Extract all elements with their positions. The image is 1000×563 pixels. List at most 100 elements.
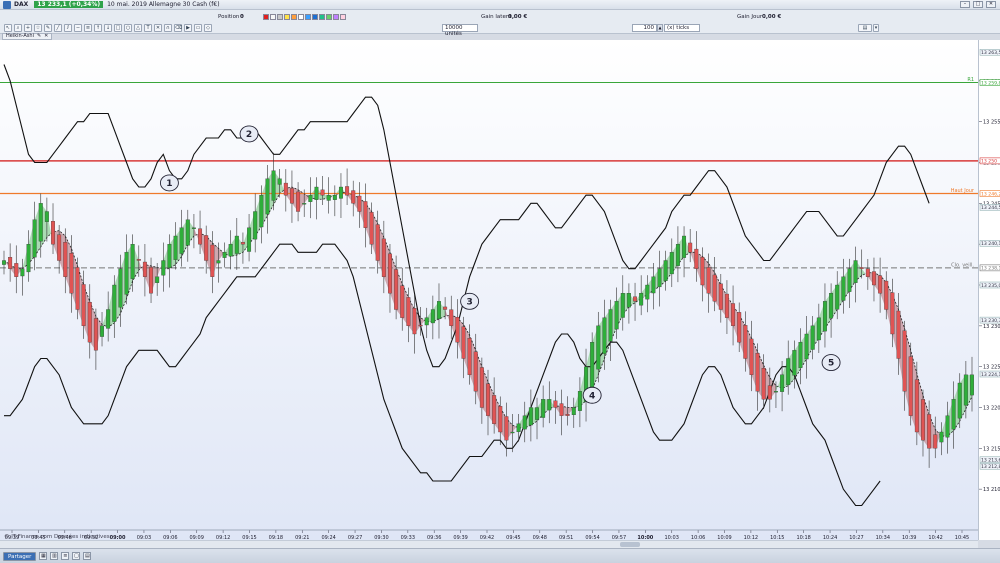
erase-tool-icon[interactable]: ✕ [154,23,162,32]
price-chart[interactable]: R1Haut JourClo. veill. 12345 09:39 09:45 0… [0,40,978,541]
axis-badge-label: 13 212,8 [981,464,1000,470]
magnet-tool-icon[interactable]: ∩ [164,23,172,32]
crosshair-tool-icon[interactable]: + [24,23,32,32]
ticks-spinner[interactable]: ▲ [657,23,663,32]
candle-body [675,244,680,266]
candle-body [20,268,25,277]
candle-body [626,293,631,308]
ellipse-tool-icon[interactable]: ○ [124,23,132,32]
candle-body [240,242,245,245]
candle-body [26,244,31,273]
color-swatch[interactable] [312,13,318,20]
hline-tool-icon[interactable]: ─ [74,23,82,32]
arrow-up-tool-icon[interactable]: ↑ [94,23,102,32]
horizontal-scrollbar[interactable] [0,540,978,548]
candle-body [253,211,258,240]
y-tick-label: 13 230 [983,324,1000,330]
axis-badge-label: 13 224,1 [981,372,1000,378]
close-icon[interactable]: ✕ [44,34,48,39]
units-field[interactable]: 10000 unités [442,23,478,37]
candle-body [565,414,570,416]
pencil-tool-icon[interactable]: ✎ [44,23,52,32]
triangle-tool-icon[interactable]: △ [134,23,142,32]
candle-body [706,267,711,294]
layout-icon[interactable]: ▤ [83,552,92,560]
candle-body [38,203,43,242]
candle-body [8,257,13,269]
candle-body [149,267,154,294]
candle-body [829,293,834,319]
candle-body [951,399,956,430]
maximize-button[interactable]: □ [973,1,983,8]
candle-body [921,399,925,441]
zoom-tool-icon[interactable]: ⌕ [14,23,22,32]
candle-body [320,189,325,196]
play-tool-icon[interactable]: ▶ [184,23,192,32]
candle-body [865,268,870,277]
color-swatch[interactable] [326,13,332,20]
y-tick-label: 13 215 [983,446,1000,452]
gain-jour-value: 0,00 € [762,13,782,20]
color-swatch[interactable] [270,13,276,20]
color-swatch[interactable] [298,13,304,20]
share-button[interactable]: Partager [3,551,37,561]
level-label: R1 [967,77,974,83]
candle-body [277,178,282,185]
chart-area[interactable]: R1 Haut Jour Clo. veill. 12345 09:39 09:45 0… [0,40,978,541]
level-badge-label: 13 246,2 [981,191,1000,197]
y-tick-label: 13 225 [983,365,1000,371]
window-icon[interactable]: ▢ [72,552,81,560]
candle-body [375,224,380,261]
color-swatch[interactable] [340,13,346,20]
ruler-tool-icon[interactable]: ▭ [194,23,202,32]
candle-body [479,367,484,408]
fibonacci-tool-icon[interactable]: ≡ [84,23,92,32]
y-axis-panel[interactable]: 13 26013 25513 25013 24513 24013 23513 2… [978,40,1000,540]
candle-body [394,269,399,310]
list-icon[interactable]: ≡ [61,552,70,560]
y-tick-label: 13 210 [983,487,1000,493]
color-swatch[interactable] [319,13,325,20]
color-swatch[interactable] [305,13,311,20]
text-tool-icon[interactable]: T [144,23,152,32]
channel-tool-icon[interactable]: ⫽ [64,23,72,32]
color-swatch[interactable] [291,13,297,20]
color-swatch[interactable] [333,13,339,20]
candle-body [381,238,386,277]
delete-tool-icon[interactable]: ⌫ [174,23,182,32]
indicator-tab[interactable]: Heikin-Ashi ✎ ✕ [2,33,53,40]
color-swatch[interactable] [277,13,283,20]
candle-body [424,317,429,326]
candle-body [473,351,478,392]
candle-body [486,383,490,416]
minimize-button[interactable]: – [960,1,970,8]
candle-body [510,431,515,434]
trendline-tool-icon[interactable]: ╱ [54,23,62,32]
color-swatch[interactable] [284,13,290,20]
candle-body [161,260,166,276]
arrow-down-tool-icon[interactable]: ↓ [104,23,112,32]
cursor-tool-icon[interactable]: ↖ [4,23,12,32]
layers-tool-icon[interactable]: ◇ [204,23,212,32]
y-tick-label: 13 220 [983,406,1000,412]
candle-body [363,201,368,228]
grid-icon[interactable]: ▦ [39,552,48,560]
candle-body [559,403,564,416]
candle-body [577,391,582,411]
ticks-unit-select[interactable]: (x) ticks [664,23,700,32]
candle-body [755,353,760,392]
chart-icon[interactable]: ▥ [50,552,59,560]
candle-body [492,395,497,424]
candle-body [124,252,129,295]
star-tool-icon[interactable]: ☆ [34,23,42,32]
color-swatch[interactable] [263,13,269,20]
chevron-down-icon[interactable]: ▾ [873,23,879,32]
y-axis: 13 26013 25513 25013 24513 24013 23513 2… [979,49,1000,493]
candle-body [387,253,392,294]
chart-type-icon[interactable]: ▤ [858,23,872,32]
close-button[interactable]: ✕ [986,1,996,8]
ticks-field[interactable]: 100 [632,23,657,32]
pencil-icon[interactable]: ✎ [37,34,41,39]
scrollbar-thumb[interactable] [620,542,640,547]
rectangle-tool-icon[interactable]: □ [114,23,122,32]
